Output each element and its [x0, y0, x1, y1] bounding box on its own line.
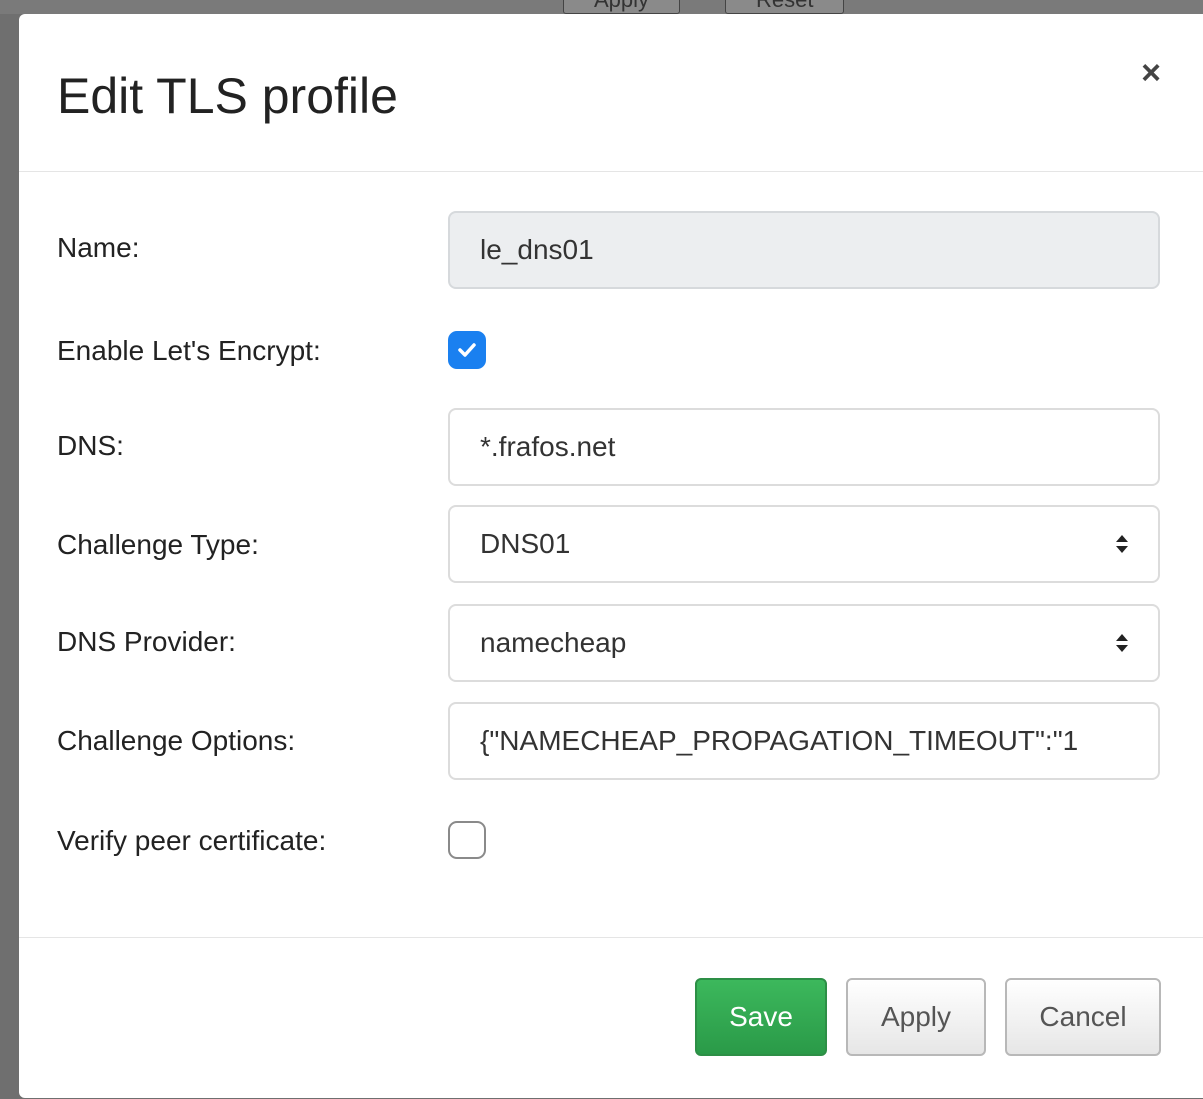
close-icon[interactable]: × [1141, 56, 1161, 90]
enable-lets-encrypt-checkbox[interactable] [448, 331, 486, 369]
challenge-type-label: Challenge Type: [57, 529, 259, 560]
verify-peer-certificate-checkbox[interactable] [448, 821, 486, 859]
edit-tls-profile-dialog: Edit TLS profile × Name: le_dns01 Enable… [19, 14, 1203, 1098]
dns-input[interactable]: *.frafos.net [448, 408, 1160, 486]
backdrop: Apply Reset [0, 0, 1203, 14]
enable-lets-encrypt-label: Enable Let's Encrypt: [57, 335, 321, 366]
verify-peer-certificate-label: Verify peer certificate: [57, 825, 327, 856]
apply-button[interactable]: Apply [846, 978, 986, 1056]
modal-footer: Save Apply Cancel [19, 937, 1203, 1099]
name-label: Name: [57, 232, 140, 263]
sort-arrows-icon [1116, 634, 1128, 652]
challenge-type-value: DNS01 [480, 528, 571, 559]
modal-header: Edit TLS profile × [19, 14, 1203, 172]
challenge-type-select[interactable]: DNS01 [448, 505, 1160, 583]
cancel-button[interactable]: Cancel [1005, 978, 1161, 1056]
check-icon [458, 343, 476, 357]
challenge-options-label: Challenge Options: [57, 725, 296, 756]
save-button[interactable]: Save [695, 978, 827, 1056]
dns-provider-label: DNS Provider: [57, 626, 236, 657]
sort-arrows-icon [1116, 535, 1128, 553]
challenge-options-input[interactable]: {"NAMECHEAP_PROPAGATION_TIMEOUT":"1 [448, 702, 1160, 780]
background-reset-button: Reset [725, 0, 845, 14]
dns-provider-select[interactable]: namecheap [448, 604, 1160, 682]
modal-title: Edit TLS profile [57, 68, 398, 124]
dns-provider-value: namecheap [480, 627, 627, 658]
dns-label: DNS: [57, 430, 124, 461]
background-apply-button: Apply [563, 0, 681, 14]
name-input[interactable]: le_dns01 [448, 211, 1160, 289]
